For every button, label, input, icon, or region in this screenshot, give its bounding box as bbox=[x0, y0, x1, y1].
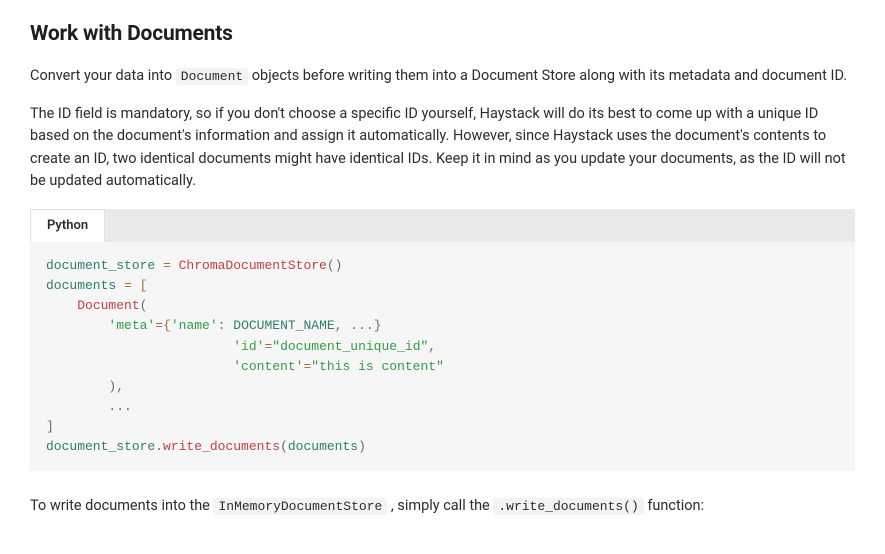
code-token: = [ bbox=[116, 278, 147, 293]
tab-python[interactable]: Python bbox=[30, 209, 105, 242]
code-block[interactable]: document_store = ChromaDocumentStore() d… bbox=[30, 242, 855, 471]
code-token: write_documents bbox=[163, 439, 280, 454]
paragraph-3: To write documents into the InMemoryDocu… bbox=[30, 495, 855, 517]
code-token: document_store bbox=[46, 258, 155, 273]
intro-paragraph-2: The ID field is mandatory, so if you don… bbox=[30, 103, 855, 193]
code-token: () bbox=[327, 258, 343, 273]
code-token: = bbox=[155, 258, 178, 273]
section-heading: Work with Documents bbox=[30, 18, 855, 51]
code-token: ChromaDocumentStore bbox=[179, 258, 327, 273]
code-token: ) bbox=[358, 439, 366, 454]
code-tab-bar: Python bbox=[30, 209, 855, 242]
code-token: "document_unique_id" bbox=[272, 339, 428, 354]
text: objects before writing them into a Docum… bbox=[248, 67, 847, 84]
text: Convert your data into bbox=[30, 67, 176, 84]
code-token: , bbox=[428, 339, 436, 354]
code-token: ... bbox=[46, 399, 132, 414]
code-token: ( bbox=[280, 439, 288, 454]
code-token: , ...} bbox=[335, 318, 382, 333]
code-token: ), bbox=[46, 379, 124, 394]
code-token: : bbox=[218, 318, 234, 333]
code-token: ( bbox=[140, 298, 148, 313]
code-token: DOCUMENT_NAME bbox=[233, 318, 334, 333]
tab-bar-rest bbox=[105, 209, 855, 242]
code-token bbox=[46, 318, 108, 333]
code-token bbox=[46, 298, 77, 313]
code-token bbox=[46, 339, 233, 354]
code-block-container: Python document_store = ChromaDocumentSt… bbox=[30, 209, 855, 472]
code-token: 'meta' bbox=[108, 318, 155, 333]
code-token: documents bbox=[46, 278, 116, 293]
code-token: 'name' bbox=[171, 318, 218, 333]
inline-code-writedocs: .write_documents() bbox=[493, 498, 643, 515]
inline-code-inmemorystore: InMemoryDocumentStore bbox=[213, 498, 387, 515]
code-token: 'content' bbox=[233, 359, 303, 374]
text: To write documents into the bbox=[30, 497, 213, 514]
code-token: Document bbox=[77, 298, 139, 313]
code-token: . bbox=[155, 439, 163, 454]
code-token: ={ bbox=[155, 318, 171, 333]
code-token: document_store bbox=[46, 439, 155, 454]
code-token bbox=[46, 359, 233, 374]
code-token: "this is content" bbox=[311, 359, 444, 374]
text: function: bbox=[644, 497, 704, 514]
inline-code-document: Document bbox=[176, 68, 248, 85]
code-token: documents bbox=[288, 439, 358, 454]
intro-paragraph-1: Convert your data into Document objects … bbox=[30, 65, 855, 87]
text: , simply call the bbox=[387, 497, 493, 514]
code-token: ] bbox=[46, 419, 54, 434]
code-token: 'id' bbox=[233, 339, 264, 354]
